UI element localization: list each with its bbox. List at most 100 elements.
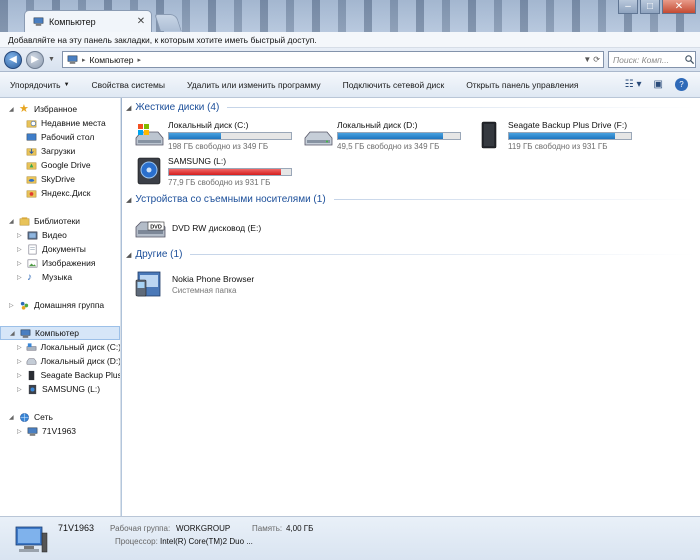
- cpu-label: Процессор:: [115, 537, 158, 546]
- computer-name: 71V1963: [58, 523, 95, 533]
- other-header[interactable]: ◢ Другие (1): [126, 249, 696, 260]
- collapse-arrow-icon[interactable]: ◢: [126, 196, 131, 204]
- minimize-button[interactable]: –: [618, 0, 638, 14]
- sidebar-item-pictures[interactable]: ▷ Изображения: [0, 256, 120, 270]
- sidebar-item-recent-places[interactable]: Недавние места: [0, 116, 120, 130]
- window-controls: – □ ✕: [618, 0, 696, 14]
- expanded-arrow-icon[interactable]: ◢: [10, 330, 16, 337]
- collapsed-arrow-icon[interactable]: ▷: [17, 260, 23, 267]
- sidebar-item-google-drive[interactable]: Google Drive: [0, 158, 120, 172]
- drive-free-space: 77,9 ГБ свободно из 931 ГБ: [168, 178, 271, 187]
- sidebar-item-label: Seagate Backup Plus Drive (F:): [40, 370, 121, 380]
- removable-header[interactable]: ◢ Устройства со съемными носителями (1): [126, 194, 696, 205]
- sidebar-item-label: Локальный диск (D:): [40, 356, 121, 366]
- expanded-arrow-icon[interactable]: ◢: [9, 414, 15, 421]
- collapsed-arrow-icon[interactable]: ▷: [17, 344, 22, 351]
- breadcrumb[interactable]: Компьютер: [90, 55, 134, 65]
- section-divider: [333, 199, 696, 200]
- view-options-icon[interactable]: ☷ ▾: [625, 79, 642, 90]
- address-dropdown-icon[interactable]: ▼: [583, 55, 591, 64]
- expanded-arrow-icon[interactable]: ◢: [9, 106, 15, 113]
- downloads-icon: [26, 148, 37, 155]
- close-tab-icon[interactable]: ✕: [134, 16, 148, 27]
- sidebar-item-drive-d[interactable]: ▷ Локальный диск (D:): [0, 354, 120, 368]
- preview-pane-icon[interactable]: ▣: [654, 79, 663, 90]
- tab-computer[interactable]: Компьютер ✕: [24, 10, 152, 32]
- drive-usage-bar: [168, 132, 292, 140]
- drive-d[interactable]: Локальный диск (D:) 49,5 ГБ свободно из …: [303, 120, 461, 151]
- sidebar-item-homegroup[interactable]: ▷ Домашняя группа: [0, 298, 120, 312]
- map-network-drive-button[interactable]: Подключить сетевой диск: [343, 80, 445, 90]
- sidebar-item-network-pc[interactable]: ▷ 71V1963: [0, 424, 120, 438]
- computer-icon: [20, 329, 31, 338]
- sidebar-item-libraries[interactable]: ◢ Библиотеки: [0, 214, 120, 228]
- sidebar-item-video[interactable]: ▷ Видео: [0, 228, 120, 242]
- collapsed-arrow-icon[interactable]: ▷: [17, 372, 22, 379]
- sidebar-item-desktop[interactable]: Рабочий стол: [0, 130, 120, 144]
- sidebar-item-network[interactable]: ◢ Сеть: [0, 410, 120, 424]
- favorites-group: ◢ ★ Избранное Недавние места Рабочий сто…: [0, 102, 120, 200]
- sidebar-item-computer[interactable]: ◢ Компьютер: [0, 326, 120, 340]
- cpu-value: Intel(R) Core(TM)2 Duo ...: [160, 537, 253, 546]
- drive-usage-fill: [169, 133, 222, 139]
- dvd-drive[interactable]: DVD DVD RW дисковод (E:): [134, 213, 261, 243]
- drive-free-space: 198 ГБ свободно из 349 ГБ: [168, 142, 269, 151]
- collapsed-arrow-icon[interactable]: ▷: [17, 358, 22, 365]
- collapsed-arrow-icon[interactable]: ▷: [17, 246, 23, 253]
- collapsed-arrow-icon[interactable]: ▷: [17, 386, 23, 393]
- address-tail: ▼ ⟳: [583, 55, 603, 64]
- help-icon[interactable]: ?: [675, 78, 688, 91]
- collapse-arrow-icon[interactable]: ◢: [126, 251, 131, 259]
- libraries-group: ◢ Библиотеки ▷ Видео ▷ Документы ▷ Изобр…: [0, 214, 120, 284]
- collapsed-arrow-icon[interactable]: ▷: [17, 232, 23, 239]
- drive-usage-bar: [508, 132, 632, 140]
- sidebar-item-label: Загрузки: [41, 146, 76, 156]
- address-bar[interactable]: ▸ Компьютер ▸ ▼ ⟳: [62, 51, 604, 68]
- history-dropdown-icon[interactable]: ▼: [48, 56, 58, 63]
- phone-browser-icon: [135, 271, 161, 297]
- refresh-icon[interactable]: ⟳: [593, 55, 600, 64]
- sidebar-item-drive-c[interactable]: ▷ Локальный диск (C:): [0, 340, 120, 354]
- sidebar-item-yandex-disk[interactable]: Яндекс.Диск: [0, 186, 120, 200]
- collapsed-arrow-icon[interactable]: ▷: [9, 302, 15, 309]
- bookmark-bar-hint: Добавляйте на эту панель закладки, к кот…: [8, 35, 317, 45]
- dvd-drive-icon: DVD: [135, 221, 166, 238]
- search-input[interactable]: Поиск: Комп...: [608, 51, 696, 68]
- back-button[interactable]: ◀: [4, 50, 22, 69]
- sidebar-item-favorites[interactable]: ◢ ★ Избранное: [0, 102, 120, 116]
- explorer-window: Компьютер ✕ – □ ✕ Добавляйте на эту пане…: [0, 0, 700, 560]
- drive-f[interactable]: Seagate Backup Plus Drive (F:) 119 ГБ св…: [474, 120, 632, 151]
- sidebar-item-drive-l[interactable]: ▷ SAMSUNG (L:): [0, 382, 120, 396]
- hard-drives-header[interactable]: ◢ Жесткие диски (4): [126, 102, 696, 113]
- breadcrumb-separator-icon[interactable]: ▸: [138, 56, 142, 64]
- close-window-button[interactable]: ✕: [662, 0, 696, 14]
- drive-l[interactable]: SAMSUNG (L:) 77,9 ГБ свободно из 931 ГБ: [134, 156, 292, 187]
- collapsed-arrow-icon[interactable]: ▷: [17, 274, 23, 281]
- expanded-arrow-icon[interactable]: ◢: [9, 218, 15, 225]
- sidebar-item-label: Локальный диск (C:): [40, 342, 121, 352]
- pictures-icon: [27, 259, 38, 267]
- nokia-phone-browser[interactable]: Nokia Phone Browser Системная папка: [134, 268, 254, 300]
- sidebar-item-downloads[interactable]: Загрузки: [0, 144, 120, 158]
- item-name: Nokia Phone Browser: [172, 273, 255, 284]
- section-divider: [227, 107, 696, 108]
- sidebar-item-label: Недавние места: [41, 118, 106, 128]
- open-control-panel-button[interactable]: Открыть панель управления: [466, 80, 578, 90]
- collapsed-arrow-icon[interactable]: ▷: [17, 428, 23, 435]
- sidebar-item-skydrive[interactable]: SkyDrive: [0, 172, 120, 186]
- search-icon[interactable]: [684, 54, 695, 65]
- uninstall-program-button[interactable]: Удалить или изменить программу: [187, 80, 321, 90]
- collapse-arrow-icon[interactable]: ◢: [126, 104, 131, 112]
- system-properties-button[interactable]: Свойства системы: [92, 80, 165, 90]
- organize-button[interactable]: Упорядочить ▼: [10, 80, 70, 90]
- sidebar-item-music[interactable]: ▷ ♪ Музыка: [0, 270, 120, 284]
- maximize-button[interactable]: □: [640, 0, 660, 14]
- sidebar-item-label: Домашняя группа: [34, 300, 105, 310]
- sidebar-item-documents[interactable]: ▷ Документы: [0, 242, 120, 256]
- drive-c[interactable]: Локальный диск (C:) 198 ГБ свободно из 3…: [134, 120, 292, 151]
- breadcrumb-separator-icon[interactable]: ▸: [82, 56, 86, 64]
- forward-button[interactable]: ▶: [26, 50, 44, 69]
- chevron-down-icon: ▼: [63, 81, 70, 88]
- sidebar-item-drive-f[interactable]: ▷ Seagate Backup Plus Drive (F:): [0, 368, 120, 382]
- new-tab-button[interactable]: [154, 14, 182, 31]
